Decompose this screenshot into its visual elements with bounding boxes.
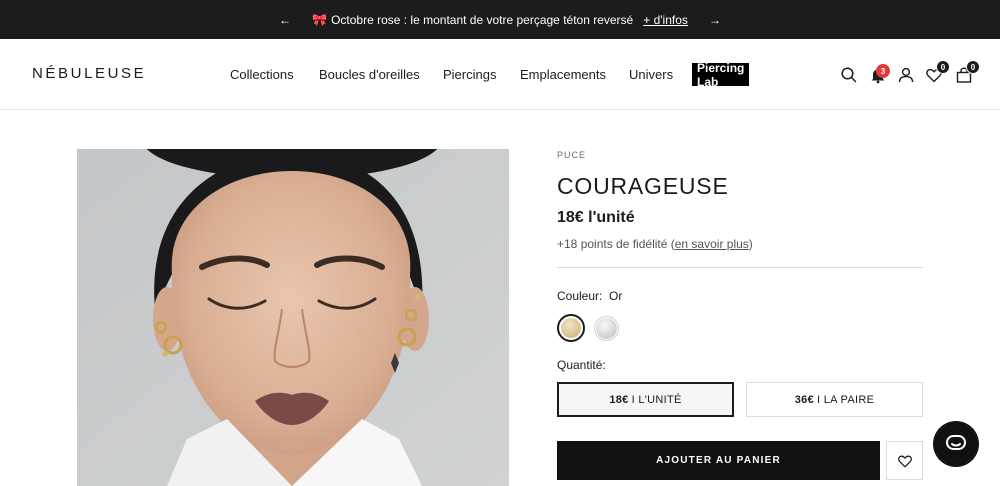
site-logo[interactable]: NÉBULEUSE <box>32 65 146 82</box>
chat-button[interactable] <box>933 421 979 467</box>
section-divider <box>557 267 923 268</box>
product-price: 18€ l'unité <box>557 209 635 226</box>
product-vendor: PUCE <box>557 150 587 160</box>
nav-piercing-lab[interactable]: Piercing Lab <box>692 61 750 89</box>
add-to-wishlist-button[interactable] <box>886 441 923 480</box>
announcement-message: 🎀 Octobre rose : le montant de votre per… <box>312 13 688 27</box>
option-unit-price: 18€ <box>609 393 629 406</box>
option-pair-price: 36€ <box>794 393 815 406</box>
heart-icon <box>897 455 912 467</box>
option-pair[interactable]: 36€ I LA PAIRE <box>746 382 923 417</box>
add-to-cart-button[interactable]: AJOUTER AU PANIER <box>557 441 880 480</box>
announcement-text: Octobre rose : le montant de votre perça… <box>331 12 634 27</box>
model-portrait-image <box>77 149 509 486</box>
nav-boucles-oreilles[interactable]: Boucles d'oreilles <box>319 67 420 82</box>
product-title: COURAGEUSE <box>557 173 729 199</box>
color-label: Couleur: Or <box>557 289 622 303</box>
notification-badge: 3 <box>876 64 890 78</box>
loyalty-points: +18 points de fidélité (en savoir plus) <box>557 237 753 251</box>
announcement-prev-arrow[interactable]: ← <box>273 0 297 39</box>
search-icon[interactable] <box>840 66 858 84</box>
ribbon-icon: 🎀 <box>312 12 328 27</box>
chat-icon <box>946 435 966 450</box>
wishlist-count-badge: 0 <box>936 60 950 74</box>
option-pair-label: I LA PAIRE <box>817 393 875 406</box>
loyalty-learn-more-link[interactable]: en savoir plus <box>675 237 749 251</box>
heart-icon[interactable]: 0 <box>925 60 950 84</box>
cart-count-badge: 0 <box>966 60 980 74</box>
option-unit-label: I L'UNITÉ <box>631 393 682 406</box>
nav-piercings[interactable]: Piercings <box>443 67 496 82</box>
bell-icon[interactable]: 3 <box>869 64 890 84</box>
announcement-bar: ← 🎀 Octobre rose : le montant de votre p… <box>0 0 1000 39</box>
announcement-next-arrow[interactable]: → <box>703 0 727 39</box>
account-icon[interactable] <box>897 66 915 84</box>
option-unit[interactable]: 18€ I L'UNITÉ <box>557 382 734 417</box>
nav-univers[interactable]: Univers <box>629 67 673 82</box>
quantity-label: Quantité: <box>557 358 606 372</box>
nav-collections[interactable]: Collections <box>230 67 294 82</box>
product-image[interactable] <box>77 149 509 486</box>
loyalty-text: +18 points de fidélité ( <box>557 237 675 251</box>
color-selected-value: Or <box>609 289 623 303</box>
swatch-silver[interactable] <box>594 316 619 341</box>
bag-icon[interactable]: 0 <box>955 60 980 84</box>
announcement-info-link[interactable]: + d'infos <box>643 13 688 27</box>
color-label-text: Couleur: <box>557 289 603 303</box>
site-header: NÉBULEUSE Collections Boucles d'oreilles… <box>0 39 1000 110</box>
swatch-gold[interactable] <box>557 314 585 342</box>
loyalty-suffix: ) <box>748 237 753 251</box>
nav-emplacements[interactable]: Emplacements <box>520 67 606 82</box>
